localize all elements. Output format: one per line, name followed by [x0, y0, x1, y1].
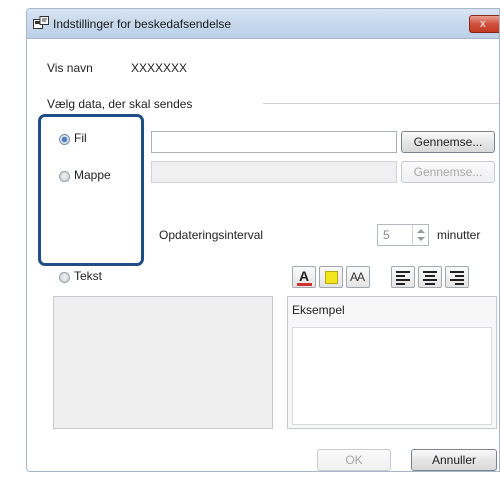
app-icon [33, 16, 49, 29]
group-label: Vælg data, der skal sendes [47, 97, 193, 111]
highlight-icon [325, 271, 338, 284]
align-center-button[interactable] [418, 266, 442, 288]
radio-text-label: Tekst [74, 269, 103, 283]
display-name-value: XXXXXXX [131, 61, 188, 75]
cancel-button[interactable]: Annuller [411, 449, 497, 471]
file-path-input[interactable] [151, 131, 397, 153]
window-title: Indstillinger for beskedafsendelse [53, 17, 232, 31]
close-button[interactable]: x [469, 15, 499, 33]
update-interval-value: 5 [383, 228, 390, 242]
align-right-icon [450, 271, 464, 285]
stepper-arrows[interactable] [412, 225, 428, 245]
align-left-icon [396, 271, 410, 285]
ok-button[interactable]: OK [317, 449, 391, 471]
preview-panel: Eksempel [287, 296, 497, 429]
radio-text[interactable] [59, 272, 70, 283]
text-input-area[interactable] [53, 296, 273, 429]
align-left-button[interactable] [391, 266, 415, 288]
update-interval-label: Opdateringsinterval [159, 228, 264, 242]
align-right-button[interactable] [445, 266, 469, 288]
font-size-icon: AA [350, 270, 365, 284]
highlight-color-button[interactable] [319, 266, 343, 288]
update-interval-stepper[interactable]: 5 [377, 224, 429, 246]
display-name-label: Vis navn [47, 61, 93, 75]
preview-label: Eksempel [292, 303, 345, 317]
file-browse-button[interactable]: Gennemse... [401, 131, 495, 153]
chevron-up-icon[interactable] [417, 229, 425, 233]
folder-path-input[interactable] [151, 161, 397, 183]
update-interval-unit: minutter [437, 228, 481, 242]
align-center-icon [423, 271, 437, 285]
close-icon: x [480, 18, 486, 30]
font-color-button[interactable]: A [292, 266, 316, 288]
group-divider [263, 103, 499, 104]
folder-browse-button[interactable]: Gennemse... [401, 161, 495, 183]
chevron-down-icon[interactable] [417, 237, 425, 241]
radio-options-highlight [38, 114, 144, 266]
preview-content [292, 327, 492, 425]
font-color-icon: A [299, 268, 310, 284]
title-bar: Indstillinger for beskedafsendelse x [27, 9, 499, 39]
font-size-button[interactable]: AA [346, 266, 370, 288]
